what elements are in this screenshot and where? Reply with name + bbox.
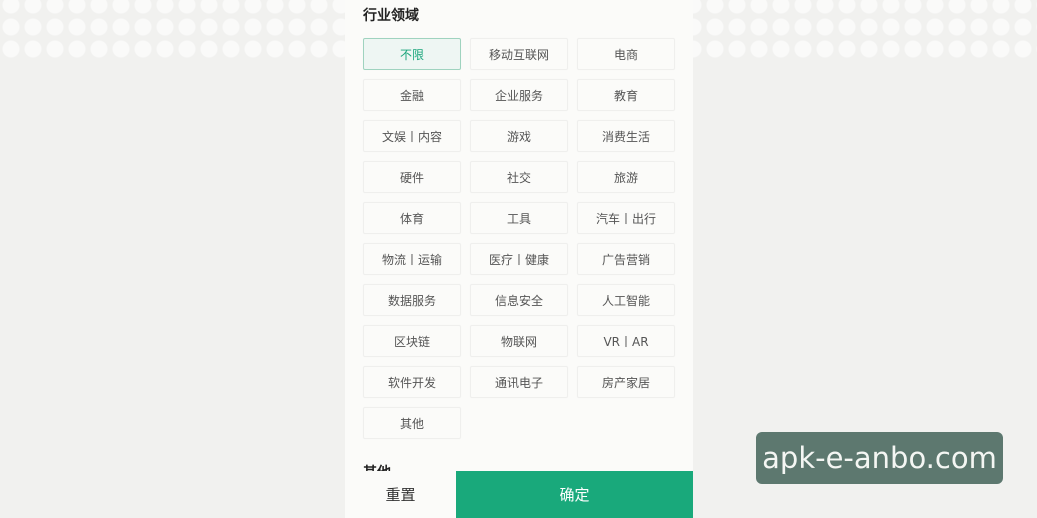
industry-tag[interactable]: 数据服务 — [363, 284, 461, 316]
industry-tag[interactable]: 医疗丨健康 — [470, 243, 568, 275]
industry-tag[interactable]: 旅游 — [577, 161, 675, 193]
bottom-action-bar: 重置 确定 — [345, 471, 693, 518]
industry-tag[interactable]: 物流丨运输 — [363, 243, 461, 275]
industry-tag[interactable]: 广告营销 — [577, 243, 675, 275]
filter-panel: 行业领域 不限 移动互联网 电商金融 企业服务 教育文娱丨内容 游戏 消费生活硬件 社交 旅游体… — [345, 0, 693, 518]
industry-tag[interactable]: 文娱丨内容 — [363, 120, 461, 152]
industry-tag[interactable]: 通讯电子 — [470, 366, 568, 398]
industry-tag[interactable]: 企业服务 — [470, 79, 568, 111]
industry-tag[interactable]: 工具 — [470, 202, 568, 234]
section-title-industry: 行业领域 — [363, 8, 419, 24]
industry-tag[interactable]: 消费生活 — [577, 120, 675, 152]
industry-tag[interactable]: 社交 — [470, 161, 568, 193]
watermark: apk-e-anbo.com — [756, 432, 1003, 484]
industry-tag[interactable]: 体育 — [363, 202, 461, 234]
industry-tag-selected[interactable]: 不限 — [363, 38, 461, 70]
industry-tag[interactable]: 教育 — [577, 79, 675, 111]
industry-tag[interactable]: 房产家居 — [577, 366, 675, 398]
industry-tag[interactable]: 游戏 — [470, 120, 568, 152]
industry-tag[interactable]: 软件开发 — [363, 366, 461, 398]
industry-tag[interactable]: 金融 — [363, 79, 461, 111]
industry-tag[interactable]: 物联网 — [470, 325, 568, 357]
industry-tag[interactable]: 人工智能 — [577, 284, 675, 316]
industry-tag[interactable]: 信息安全 — [470, 284, 568, 316]
industry-tag[interactable]: VR丨AR — [577, 325, 675, 357]
reset-button[interactable]: 重置 — [345, 471, 456, 518]
industry-tag[interactable]: 移动互联网 — [470, 38, 568, 70]
industry-tag[interactable]: 硬件 — [363, 161, 461, 193]
industry-tag[interactable]: 电商 — [577, 38, 675, 70]
industry-tag[interactable]: 其他 — [363, 407, 461, 439]
confirm-button[interactable]: 确定 — [456, 471, 693, 518]
industry-tag[interactable]: 汽车丨出行 — [577, 202, 675, 234]
industry-tag-grid: 不限 移动互联网 电商金融 企业服务 教育文娱丨内容 游戏 消费生活硬件 社交 旅游体育 工具 汽车… — [363, 38, 675, 439]
industry-tag[interactable]: 区块链 — [363, 325, 461, 357]
